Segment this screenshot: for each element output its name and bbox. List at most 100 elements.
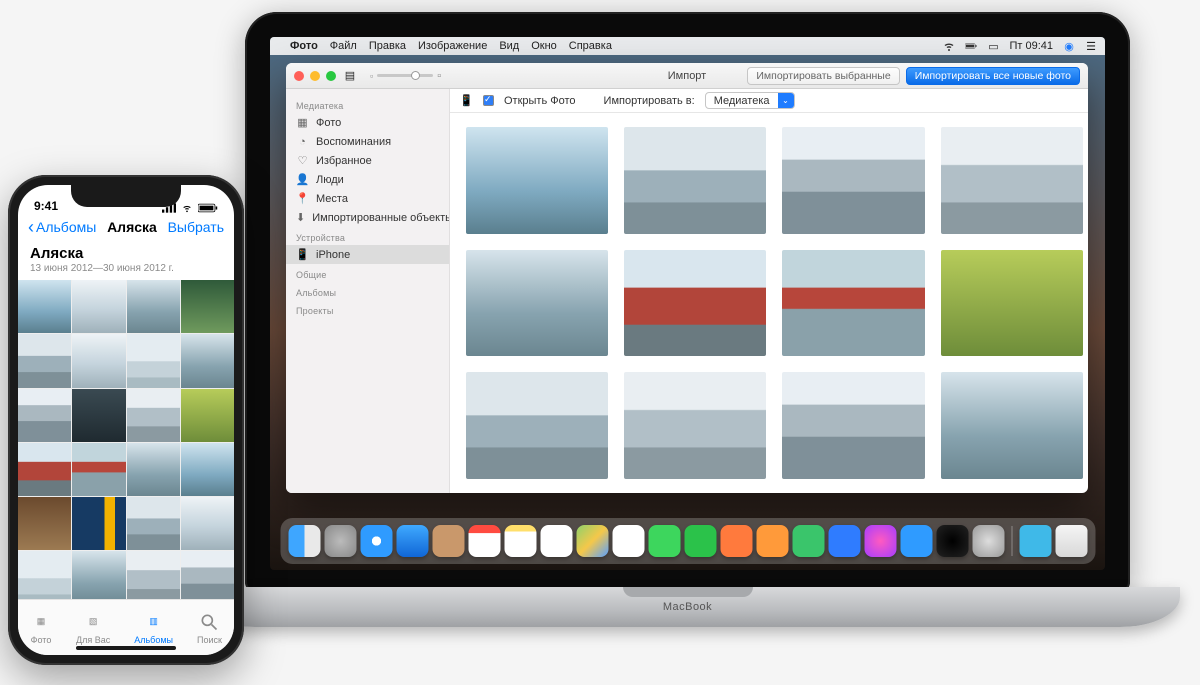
sidebar-item-places[interactable]: 📍Места xyxy=(286,189,449,208)
import-destination-select[interactable]: Медиатека ⌄ xyxy=(705,92,795,109)
home-indicator[interactable] xyxy=(76,646,176,650)
dock-app-finder[interactable] xyxy=(288,525,320,557)
photo-thumbnail[interactable] xyxy=(127,280,180,333)
dock-folder-downloads[interactable] xyxy=(1019,525,1051,557)
photo-thumbnail[interactable] xyxy=(18,551,71,604)
menubar-app-name[interactable]: Фото xyxy=(290,40,318,52)
import-thumbnail[interactable] xyxy=(624,372,766,479)
dock-app-maps[interactable] xyxy=(576,525,608,557)
dock-app-siri[interactable] xyxy=(936,525,968,557)
dock-app-settings[interactable] xyxy=(972,525,1004,557)
sidebar-item-favorites[interactable]: ♡Избранное xyxy=(286,151,449,170)
photo-thumbnail[interactable] xyxy=(181,551,234,604)
menubar-item-file[interactable]: Файл xyxy=(330,40,357,52)
photo-thumbnail[interactable] xyxy=(72,497,125,550)
sidebar-item-people[interactable]: 👤Люди xyxy=(286,170,449,189)
screen-mirror-icon[interactable]: ▭ xyxy=(987,40,999,52)
pin-icon: 📍 xyxy=(296,192,309,205)
dock-app-reminders[interactable] xyxy=(540,525,572,557)
dock-app-messages[interactable] xyxy=(648,525,680,557)
tab-photos[interactable]: ▦ Фото xyxy=(30,611,52,645)
photo-thumbnail[interactable] xyxy=(72,280,125,333)
import-thumbnail[interactable] xyxy=(466,127,608,234)
import-thumbnail[interactable] xyxy=(624,127,766,234)
dock-app-itunes[interactable] xyxy=(864,525,896,557)
ios-tab-bar: ▦ Фото ▧ Для Вас ▥ Альбомы Поиск xyxy=(18,599,234,655)
menubar-item-view[interactable]: Вид xyxy=(499,40,519,52)
import-thumbnail[interactable] xyxy=(782,127,924,234)
photo-thumbnail[interactable] xyxy=(127,443,180,496)
menubar-clock[interactable]: Пт 09:41 xyxy=(1009,40,1053,52)
spotlight-icon[interactable]: ◉ xyxy=(1063,40,1075,52)
photo-thumbnail[interactable] xyxy=(18,389,71,442)
window-minimize-button[interactable] xyxy=(310,71,320,81)
photo-thumbnail[interactable] xyxy=(72,443,125,496)
tab-search[interactable]: Поиск xyxy=(197,611,222,645)
sidebar-item-imports[interactable]: ⬇Импортированные объекты xyxy=(286,208,449,227)
import-thumbnail[interactable] xyxy=(466,372,608,479)
import-thumbnail[interactable] xyxy=(941,250,1083,357)
import-thumbnail[interactable] xyxy=(624,250,766,357)
photo-thumbnail[interactable] xyxy=(127,334,180,387)
photo-thumbnail[interactable] xyxy=(181,443,234,496)
dock-app-books[interactable] xyxy=(720,525,752,557)
dock-app-calendar[interactable] xyxy=(468,525,500,557)
battery-icon[interactable] xyxy=(965,40,977,52)
photo-thumbnail[interactable] xyxy=(127,389,180,442)
dock-app-appstore[interactable] xyxy=(900,525,932,557)
dock-app-mail[interactable] xyxy=(396,525,428,557)
window-zoom-button[interactable] xyxy=(326,71,336,81)
dock-app-photos[interactable] xyxy=(612,525,644,557)
photo-thumbnail[interactable] xyxy=(181,389,234,442)
photos-main: 📱 Открыть Фото Импортировать в: Медиатек… xyxy=(450,89,1088,493)
dock-app-notes[interactable] xyxy=(504,525,536,557)
dock-app-facetime[interactable] xyxy=(684,525,716,557)
photo-thumbnail[interactable] xyxy=(181,497,234,550)
import-thumbnail[interactable] xyxy=(941,372,1083,479)
photo-thumbnail[interactable] xyxy=(72,389,125,442)
photo-thumbnail[interactable] xyxy=(181,280,234,333)
sidebar-toggle-icon[interactable]: ▤ xyxy=(344,70,356,82)
photo-thumbnail[interactable] xyxy=(181,334,234,387)
menubar-item-edit[interactable]: Правка xyxy=(369,40,406,52)
window-close-button[interactable] xyxy=(294,71,304,81)
person-icon: 👤 xyxy=(296,173,309,186)
dock-app-keynote[interactable] xyxy=(828,525,860,557)
macbook-screen: Фото Файл Правка Изображение Вид Окно Сп… xyxy=(245,12,1130,592)
tab-for-you[interactable]: ▧ Для Вас xyxy=(76,611,110,645)
sidebar-item-photos[interactable]: ▦Фото xyxy=(286,113,449,132)
menubar-item-image[interactable]: Изображение xyxy=(418,40,487,52)
sidebar-item-iphone[interactable]: 📱iPhone xyxy=(286,245,449,264)
import-thumbnail[interactable] xyxy=(466,250,608,357)
dock-app-contacts[interactable] xyxy=(432,525,464,557)
import-selected-button[interactable]: Импортировать выбранные xyxy=(747,67,899,85)
dock-app-launchpad[interactable] xyxy=(324,525,356,557)
dock-trash[interactable] xyxy=(1055,525,1087,557)
notification-center-icon[interactable]: ☰ xyxy=(1085,40,1097,52)
photo-thumbnail[interactable] xyxy=(72,551,125,604)
photo-thumbnail[interactable] xyxy=(18,280,71,333)
photo-thumbnail[interactable] xyxy=(18,497,71,550)
import-thumbnail[interactable] xyxy=(782,372,924,479)
photo-thumbnail[interactable] xyxy=(127,551,180,604)
photos-icon: ▦ xyxy=(296,116,309,129)
open-photos-checkbox[interactable] xyxy=(483,95,494,106)
sidebar-item-memories[interactable]: ◔Воспоминания xyxy=(286,132,449,151)
import-all-new-button[interactable]: Импортировать все новые фото xyxy=(906,67,1080,85)
dock-app-numbers[interactable] xyxy=(792,525,824,557)
dock-app-safari[interactable] xyxy=(360,525,392,557)
wifi-icon[interactable] xyxy=(943,40,955,52)
import-thumbnail[interactable] xyxy=(941,127,1083,234)
photo-thumbnail[interactable] xyxy=(18,443,71,496)
dock-app-pages[interactable] xyxy=(756,525,788,557)
photo-thumbnail[interactable] xyxy=(72,334,125,387)
photo-thumbnail[interactable] xyxy=(18,334,71,387)
select-button[interactable]: Выбрать xyxy=(168,219,224,235)
tab-albums[interactable]: ▥ Альбомы xyxy=(134,611,173,645)
back-button[interactable]: ‹ Альбомы xyxy=(28,219,96,235)
import-thumbnail[interactable] xyxy=(782,250,924,357)
photo-thumbnail[interactable] xyxy=(127,497,180,550)
menubar-item-help[interactable]: Справка xyxy=(569,40,612,52)
thumbnail-zoom-slider[interactable]: ▫ ▫ xyxy=(370,70,441,82)
menubar-item-window[interactable]: Окно xyxy=(531,40,557,52)
